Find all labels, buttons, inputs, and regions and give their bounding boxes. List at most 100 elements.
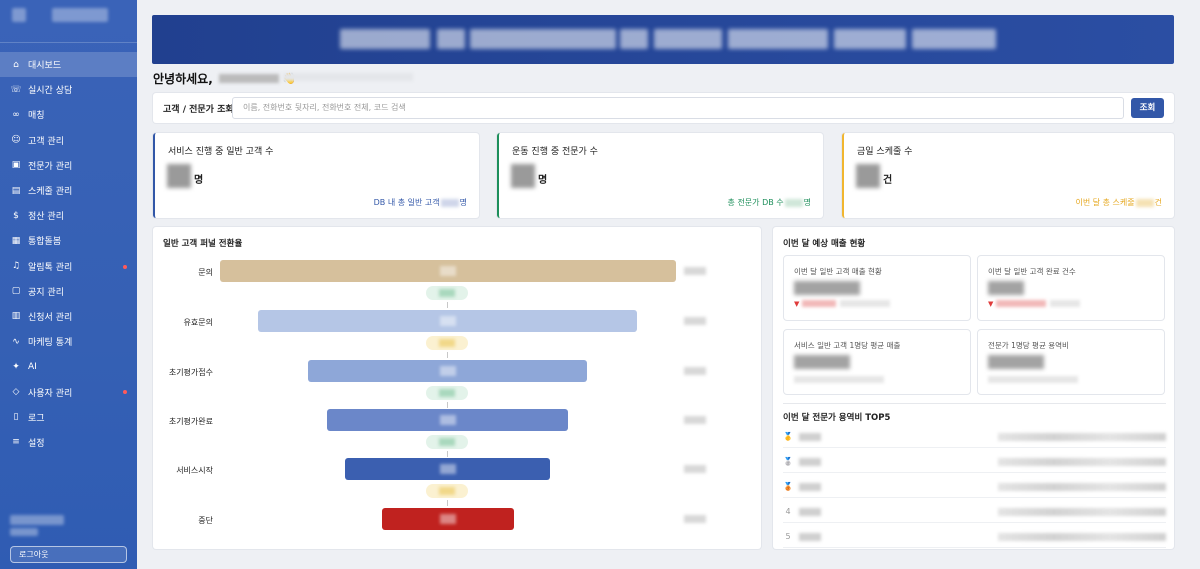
funnel-bar[interactable] <box>308 360 587 382</box>
sidebar-item-label: 공지 관리 <box>28 287 64 298</box>
stat-footer-unit: 명 <box>803 198 811 207</box>
logout-button[interactable]: 로그아웃 <box>10 546 127 563</box>
expert-name <box>799 533 821 541</box>
funnel-count <box>684 367 706 375</box>
sidebar-item[interactable]: ∞ 매칭 <box>0 102 137 127</box>
sidebar-item-label: 대시보드 <box>28 61 62 72</box>
bell-icon: ♫ <box>11 261 21 272</box>
arrow-down-icon <box>447 500 448 506</box>
conversion-rate-pill <box>426 286 468 300</box>
sidebar-item-label: 전문가 관리 <box>28 161 73 172</box>
stat-title: 금일 스케줄 수 <box>857 147 913 157</box>
funnel-stage-label: 유효문의 <box>183 318 213 327</box>
top5-row[interactable]: 🥉 <box>783 476 1166 498</box>
arrow-down-icon <box>447 352 448 358</box>
funnel-bar[interactable] <box>220 260 676 282</box>
users-icon: ☺ <box>11 135 21 146</box>
stat-footer-unit: 명 <box>459 198 467 207</box>
sidebar-item[interactable]: ◇ 사용자 관리 <box>0 379 137 404</box>
conversion-rate-pill <box>426 484 468 498</box>
sidebar-item-label: 마케팅 통계 <box>28 338 73 349</box>
revenue-mini-card: 전문가 1명당 평균 용역비 <box>977 329 1165 395</box>
funnel-bar[interactable] <box>382 508 514 530</box>
stat-footer-label: 총 전문가 DB 수 <box>727 198 784 207</box>
stat-card-active-customers: 서비스 진행 중 일반 고객 수 명 DB 내 총 일반 고객 명 <box>153 133 479 218</box>
mini-card-title: 전문가 1명당 평균 용역비 <box>988 341 1069 350</box>
sidebar-item[interactable]: ✦ AI <box>0 354 137 379</box>
mini-card-title: 이번 달 일반 고객 매출 현황 <box>794 267 882 276</box>
sidebar-item[interactable]: ☺ 고객 관리 <box>0 128 137 153</box>
mini-card-value <box>988 281 1024 295</box>
mini-card-value <box>794 355 850 369</box>
sidebar-item-label: 매칭 <box>28 111 45 122</box>
rank-number: 5 <box>785 532 791 541</box>
sidebar-item-label: 통합돌봄 <box>28 237 62 248</box>
sidebar-item-label: 정산 관리 <box>28 212 64 223</box>
phone-icon: ☏ <box>10 84 22 95</box>
sidebar-item[interactable]: ≡ 설정 <box>0 430 137 455</box>
sidebar-item[interactable]: ▤ 스케줄 관리 <box>0 178 137 203</box>
funnel-count <box>684 267 706 275</box>
shield-icon: ◇ <box>12 387 20 398</box>
search-input[interactable]: 이름, 전화번호 뒷자리, 전화번호 전체, 코드 검색 <box>232 97 1124 119</box>
sidebar-item[interactable]: ∿ 마케팅 통계 <box>0 329 137 354</box>
stat-footer-unit: 건 <box>1154 198 1162 207</box>
funnel-bar[interactable] <box>327 409 568 431</box>
rank-number: 4 <box>785 507 791 516</box>
document-icon: ▦ <box>11 235 21 246</box>
sidebar-divider <box>0 42 137 43</box>
sidebar-item-label: 고객 관리 <box>28 136 64 147</box>
expert-fee <box>998 533 1166 541</box>
sidebar-item[interactable]: ▣ 전문가 관리 <box>0 153 137 178</box>
trend-down-icon: ▼ <box>988 300 994 308</box>
sidebar-item-label: 사용자 관리 <box>28 388 73 399</box>
revenue-mini-card: 이번 달 일반 고객 매출 현황 ▼ <box>783 255 971 321</box>
sidebar-item-label: 스케줄 관리 <box>28 187 73 198</box>
search-label: 고객 / 전문가 조회 <box>163 105 234 115</box>
user-role <box>10 528 38 536</box>
expert-name <box>799 433 821 441</box>
stat-unit: 명 <box>194 175 204 186</box>
top5-row[interactable]: 🥇 <box>783 426 1166 448</box>
search-button[interactable]: 조회 <box>1131 98 1164 118</box>
notification-dot <box>123 264 127 269</box>
revenue-card: 이번 달 예상 매출 현황 이번 달 일반 고객 매출 현황 ▼ 이번 달 일반… <box>773 227 1174 549</box>
stat-value <box>167 164 191 188</box>
sidebar-item[interactable]: ▥ 신청서 관리 <box>0 304 137 329</box>
expert-fee <box>998 458 1166 466</box>
sidebar-item[interactable]: ⌂ 대시보드 <box>0 52 137 78</box>
sidebar-item-label: 설정 <box>28 438 45 449</box>
top5-row[interactable]: 5 <box>783 526 1166 548</box>
top5-row[interactable]: 🥈 <box>783 451 1166 473</box>
conversion-rate-pill <box>426 386 468 400</box>
sidebar-item[interactable]: ▯ 로그 <box>0 405 137 430</box>
sidebar-item[interactable]: ♫ 알림톡 관리 <box>0 254 137 279</box>
sidebar-item[interactable]: ▢ 공지 관리 <box>0 279 137 304</box>
calendar-icon: ▤ <box>11 185 21 196</box>
expert-fee <box>998 508 1166 516</box>
sidebar-item[interactable]: ▦ 통합돌봄 <box>0 228 137 253</box>
funnel-card: 일반 고객 퍼널 전환율 문의 유효문의 초기평가접수 초기평가완료 서비스시작 중단 <box>153 227 761 549</box>
stat-value <box>511 164 535 188</box>
funnel-stage-label: 초기평가접수 <box>168 368 213 377</box>
stat-footer-label: DB 내 총 일반 고객 <box>373 198 440 207</box>
expert-name <box>799 458 821 466</box>
sidebar-nav: ⌂ 대시보드 ☏ 실시간 상담 ∞ 매칭 ☺ 고객 관리 ▣ 전문가 관리 ▤ 스케줄 관리 $ 정산 관… <box>0 52 137 455</box>
greeting-subtext <box>283 73 413 81</box>
stat-unit: 건 <box>883 175 893 186</box>
funnel-bar[interactable] <box>345 458 550 480</box>
top5-row[interactable]: 4 <box>783 501 1166 523</box>
trend-down-icon: ▼ <box>794 300 800 308</box>
medal-icon: 🥈 <box>783 457 793 466</box>
brand-logo[interactable] <box>12 8 108 28</box>
clipboard-icon: ▢ <box>11 286 21 297</box>
briefcase-icon: ▣ <box>11 160 21 171</box>
mini-card-value <box>794 281 860 295</box>
sidebar-item-label: 신청서 관리 <box>28 312 73 323</box>
sidebar-item[interactable]: ☏ 실시간 상담 <box>0 77 137 102</box>
funnel-bar[interactable] <box>258 310 637 332</box>
funnel-count <box>684 317 706 325</box>
sliders-icon: ≡ <box>12 437 20 448</box>
stat-unit: 명 <box>538 175 548 186</box>
sidebar-item[interactable]: $ 정산 관리 <box>0 203 137 228</box>
